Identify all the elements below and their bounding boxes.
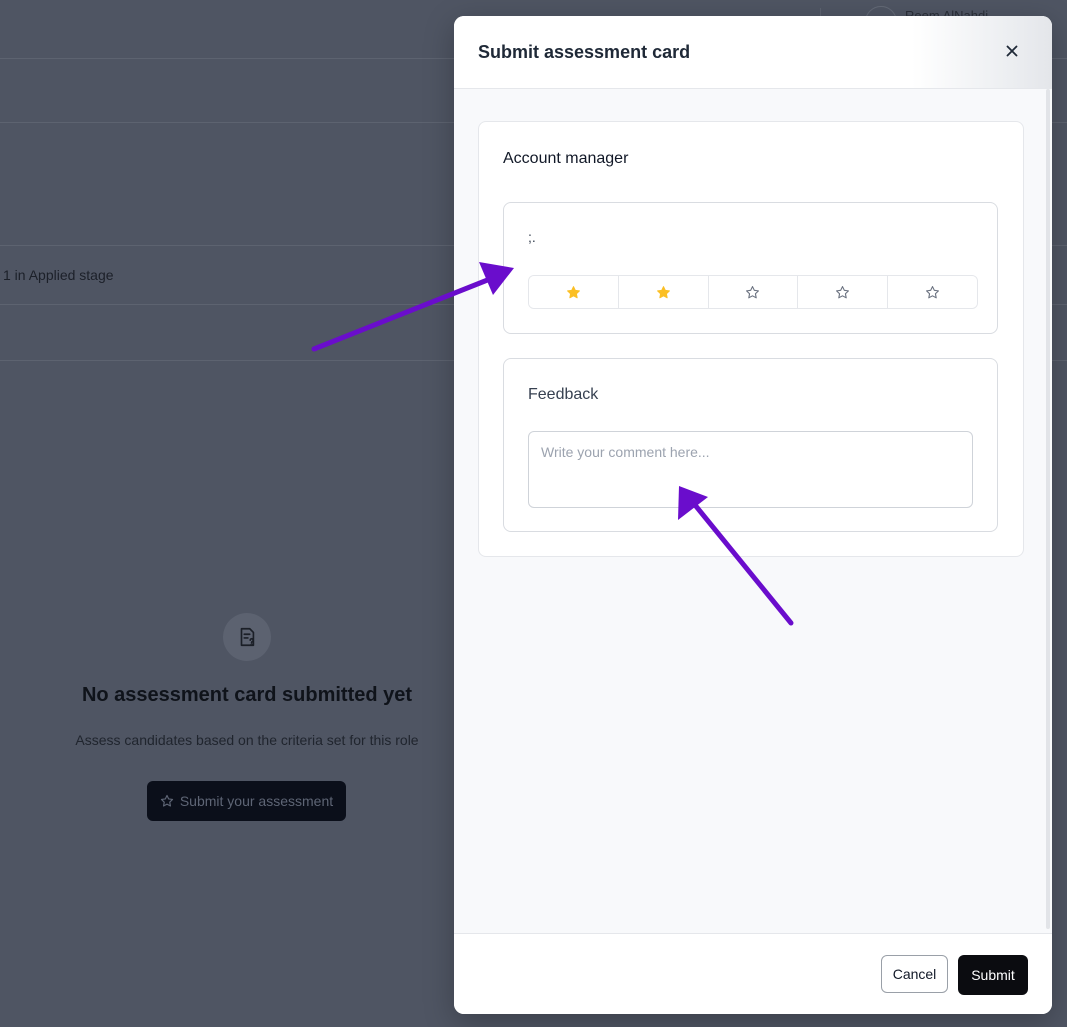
feedback-input[interactable] — [528, 431, 973, 508]
header-fade — [912, 16, 1052, 88]
star-outline-icon — [746, 285, 760, 298]
star-filled-icon — [566, 285, 580, 298]
file-question-icon — [223, 613, 271, 661]
modal-footer: Cancel Submit — [454, 933, 1052, 1014]
criterion-label: ;. — [528, 229, 536, 245]
star-outline-icon — [926, 285, 940, 298]
stage-text: 1 in Applied stage — [3, 267, 114, 283]
modal-body: Account manager ;. Feedback — [454, 89, 1052, 933]
rating-star-3[interactable] — [708, 276, 799, 308]
submit-assessment-button[interactable]: Submit your assessment — [147, 781, 346, 821]
empty-state-subtitle: Assess candidates based on the criteria … — [75, 732, 419, 748]
star-filled-icon — [656, 285, 670, 298]
feedback-block: Feedback — [503, 358, 998, 532]
assessment-modal: Submit assessment card Account manager ;… — [454, 16, 1052, 1014]
rating-star-4[interactable] — [798, 276, 889, 308]
empty-state-title: No assessment card submitted yet — [81, 684, 413, 706]
assessment-card: Account manager ;. Feedback — [478, 121, 1024, 557]
close-icon — [1006, 45, 1018, 57]
rating-star-2[interactable] — [618, 276, 709, 308]
star-outline-icon — [836, 285, 850, 298]
modal-header: Submit assessment card — [454, 16, 1052, 89]
criterion-block: ;. — [503, 202, 998, 334]
cancel-button[interactable]: Cancel — [881, 955, 948, 993]
card-title: Account manager — [503, 150, 629, 167]
modal-title: Submit assessment card — [478, 42, 691, 62]
close-button[interactable] — [1002, 40, 1022, 62]
rating-star-1[interactable] — [529, 276, 619, 308]
submit-assessment-label: Submit your assessment — [179, 793, 334, 809]
star-rating — [528, 275, 978, 309]
submit-button[interactable]: Submit — [958, 955, 1028, 995]
star-outline-icon — [160, 794, 173, 807]
feedback-label: Feedback — [528, 386, 599, 403]
scrollbar[interactable] — [1046, 89, 1050, 929]
rating-star-5[interactable] — [888, 276, 977, 308]
